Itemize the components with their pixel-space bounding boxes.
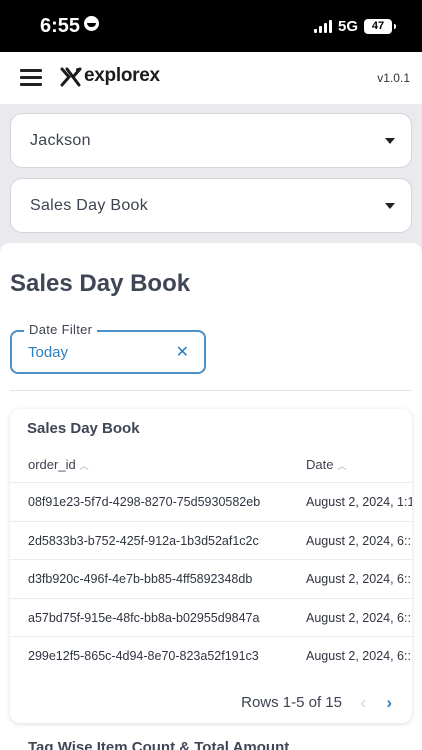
cell-order-id: 299e12f5-865c-4d94-8e70-823a52f191c3: [28, 649, 259, 663]
page-title: Sales Day Book: [10, 270, 191, 297]
status-indicators: 5G 47: [313, 18, 396, 35]
dropdown-caret-icon: [385, 138, 395, 144]
report-select[interactable]: Sales Day Book: [10, 178, 412, 233]
table-row[interactable]: 2d5833b3-b752-425f-912a-1b3d52af1c2c Aug…: [10, 521, 412, 559]
store-select[interactable]: Jackson: [10, 113, 412, 168]
battery-icon: 47: [364, 19, 396, 34]
date-filter-field[interactable]: Date Filter Today ✕: [10, 322, 206, 374]
chevron-right-icon[interactable]: ›: [386, 693, 392, 713]
divider: [10, 390, 412, 391]
sort-up-icon: ︿: [79, 461, 89, 471]
cellular-signal-icon: [313, 20, 332, 33]
hamburger-menu-icon[interactable]: [20, 69, 42, 86]
section-title-tag-wise: Tag Wise Item Count & Total Amount: [28, 739, 290, 750]
column-header-order-id[interactable]: order_id ︿: [28, 457, 89, 472]
report-select-value: Sales Day Book: [30, 197, 149, 214]
store-select-value: Jackson: [30, 132, 91, 149]
date-filter-label: Date Filter: [24, 322, 98, 337]
cell-order-id: d3fb920c-496f-4e7b-bb85-4ff5892348db: [28, 572, 253, 586]
column-header-date[interactable]: Date ︿: [306, 457, 346, 472]
network-type: 5G: [337, 18, 358, 35]
table-row[interactable]: d3fb920c-496f-4e7b-bb85-4ff5892348db Aug…: [10, 559, 412, 597]
cell-date: August 2, 2024, 6::: [306, 572, 411, 586]
dropdown-caret-icon: [385, 203, 395, 209]
table-row[interactable]: 08f91e23-5f7d-4298-8270-75d5930582eb Aug…: [10, 482, 412, 520]
table-title: Sales Day Book: [27, 420, 140, 437]
cell-order-id: 2d5833b3-b752-425f-912a-1b3d52af1c2c: [28, 534, 259, 548]
cell-date: August 2, 2024, 6::: [306, 649, 411, 663]
clear-icon[interactable]: ✕: [176, 342, 189, 362]
app-version: v1.0.1: [377, 71, 410, 85]
status-bar: 6:55 5G 47: [0, 0, 422, 52]
cell-date: August 2, 2024, 6::: [306, 534, 411, 548]
date-filter-value: Today: [28, 344, 69, 361]
cell-date: August 2, 2024, 1:1: [306, 495, 412, 509]
brand-name: explorex: [84, 65, 160, 86]
table-row[interactable]: 299e12f5-865c-4d94-8e70-823a52f191c3 Aug…: [10, 636, 412, 674]
clock-text: 6:55: [40, 15, 81, 37]
column-header-label: Date: [306, 457, 334, 472]
column-header-label: order_id: [28, 457, 76, 472]
sales-table-card: Sales Day Book order_id ︿ Date ︿ 08f91e23-…: [10, 409, 412, 723]
chevron-left-icon[interactable]: ‹: [360, 693, 366, 713]
explorex-logo-icon: [60, 67, 82, 87]
pagination-label: Rows 1-5 of 15: [241, 694, 342, 711]
cell-order-id: 08f91e23-5f7d-4298-8270-75d5930582eb: [28, 495, 261, 509]
focus-smiley-icon: [84, 16, 100, 31]
report-panel: Sales Day Book Date Filter Today ✕ Sales…: [0, 243, 422, 750]
status-time: 6:55: [40, 15, 100, 38]
table-row[interactable]: a57bd75f-915e-48fc-bb8a-b02955d9847a Aug…: [10, 598, 412, 636]
app-header: explorex v1.0.1: [0, 52, 422, 104]
cell-date: August 2, 2024, 6::: [306, 611, 411, 625]
cell-order-id: a57bd75f-915e-48fc-bb8a-b02955d9847a: [28, 611, 260, 625]
sort-up-icon: ︿: [337, 461, 347, 471]
